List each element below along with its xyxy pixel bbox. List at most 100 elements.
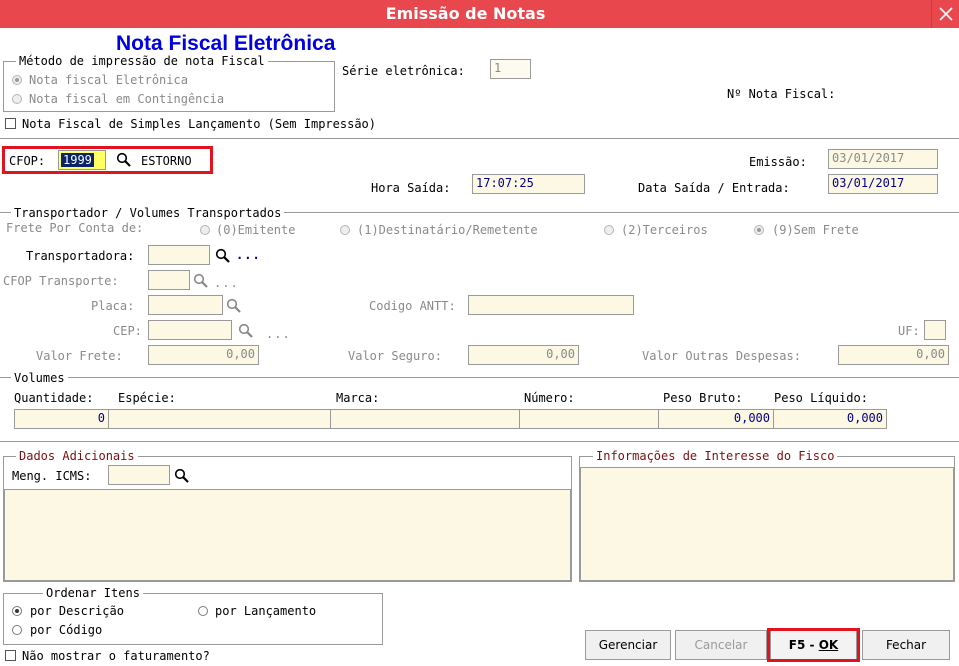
nao-mostrar-checkbox[interactable] <box>5 650 16 661</box>
simples-lancamento-label: Nota Fiscal de Simples Lançamento (Sem I… <box>22 117 377 131</box>
transportadora-more-button[interactable]: ... <box>236 248 261 262</box>
fechar-button-label: Fechar <box>885 638 927 652</box>
transportadora-search-icon[interactable] <box>215 248 231 264</box>
ordenar-legend: Ordenar Itens <box>43 586 143 600</box>
page-title: Nota Fiscal Eletrônica <box>116 32 336 55</box>
cancelar-button[interactable]: Cancelar <box>675 630 767 660</box>
divider <box>0 138 959 139</box>
simples-lancamento-checkbox[interactable] <box>5 118 16 129</box>
numero-field[interactable] <box>519 409 659 429</box>
hora-saida-field[interactable]: 17:07:25 <box>472 174 585 194</box>
cep-field[interactable] <box>148 320 232 340</box>
cfop-search-icon[interactable] <box>116 152 132 168</box>
serie-label: Série eletrônica: <box>342 64 465 78</box>
frete-label: Frete Por Conta de: <box>6 221 144 235</box>
antt-label: Codigo ANTT: <box>369 299 456 313</box>
hora-saida-label: Hora Saída: <box>371 181 451 195</box>
volumes-divider <box>0 377 959 378</box>
frete-terceiros-radio[interactable] <box>604 225 614 235</box>
metodo-contingencia-radio[interactable] <box>12 94 22 104</box>
cfop-transporte-field[interactable] <box>148 270 190 290</box>
metodo-impressao-legend: Método de impressão de nota Fiscal <box>16 54 268 68</box>
numero-label: Número: <box>524 391 575 405</box>
ordenar-descricao-radio[interactable] <box>12 606 22 616</box>
peso-bruto-field[interactable]: 0,000 <box>658 409 774 429</box>
ordenar-lancamento-label: por Lançamento <box>215 604 317 618</box>
numero-nota-label: Nº Nota Fiscal: <box>727 87 836 101</box>
cfop-input[interactable]: 1999 <box>58 150 106 170</box>
emissao-field[interactable]: 03/01/2017 <box>828 149 938 169</box>
serie-field[interactable]: 1 <box>490 59 531 79</box>
frete-sem-frete-radio[interactable] <box>754 225 764 235</box>
fisco-legend: Informações de Interesse do Fisco <box>593 449 838 463</box>
icms-field[interactable] <box>108 465 170 485</box>
ordenar-descricao-label: por Descrição <box>30 604 124 618</box>
valor-outras-label: Valor Outras Despesas: <box>642 349 801 363</box>
transportadora-label: Transportadora: <box>26 249 135 263</box>
ok-highlight <box>767 628 860 662</box>
frete-destinatario-radio[interactable] <box>340 225 350 235</box>
frete-sem-frete-label: (9)Sem Frete <box>772 223 859 237</box>
uf-label: UF: <box>898 324 920 338</box>
metodo-eletronica-radio[interactable] <box>12 75 22 85</box>
cfop-value: 1999 <box>61 153 94 167</box>
title-bar[interactable]: Emissão de Notas <box>0 0 959 28</box>
nao-mostrar-label: Não mostrar o faturamento? <box>22 649 210 663</box>
marca-field[interactable] <box>330 409 520 429</box>
uf-field[interactable] <box>924 320 946 340</box>
placa-search-icon[interactable] <box>226 298 242 314</box>
volumes-legend: Volumes <box>11 371 68 385</box>
transporte-legend: Transportador / Volumes Transportados <box>11 206 285 220</box>
peso-liquido-field[interactable]: 0,000 <box>773 409 887 429</box>
dados-adicionais-textarea[interactable] <box>4 489 571 581</box>
cep-search-icon[interactable] <box>238 323 254 339</box>
valor-frete-field[interactable]: 0,00 <box>148 345 259 365</box>
data-saida-label: Data Saída / Entrada: <box>638 181 790 195</box>
valor-seguro-label: Valor Seguro: <box>348 349 442 363</box>
cancelar-button-label: Cancelar <box>694 638 748 652</box>
placa-label: Placa: <box>91 299 135 313</box>
gerenciar-button[interactable]: Gerenciar <box>585 630 671 660</box>
cfop-transporte-more-button[interactable]: ... <box>214 276 239 290</box>
frete-emitente-radio[interactable] <box>200 225 210 235</box>
cep-label: CEP: <box>113 324 142 338</box>
adicionais-divider <box>0 441 959 442</box>
fisco-textarea[interactable] <box>580 467 954 581</box>
antt-field[interactable] <box>468 295 634 315</box>
especie-field[interactable] <box>108 409 331 429</box>
valor-outras-field[interactable]: 0,00 <box>838 345 949 365</box>
cfop-transporte-search-icon[interactable] <box>193 273 209 289</box>
frete-emitente-label: (0)Emitente <box>216 223 296 237</box>
cep-more-button[interactable]: ... <box>266 327 291 341</box>
metodo-contingencia-label: Nota fiscal em Contingência <box>29 92 225 106</box>
emissao-label: Emissão: <box>749 155 807 169</box>
frete-destinatario-label: (1)Destinatário/Remetente <box>357 223 538 237</box>
emissao-notas-window: Emissão de Notas Nota Fiscal Eletrônica … <box>0 0 959 666</box>
window-title: Emissão de Notas <box>385 4 546 23</box>
especie-label: Espécie: <box>118 391 176 405</box>
valor-seguro-field[interactable]: 0,00 <box>468 345 579 365</box>
transportadora-field[interactable] <box>148 245 210 265</box>
ordenar-codigo-label: por Código <box>30 623 103 637</box>
cfop-label: CFOP: <box>9 154 46 168</box>
placa-field[interactable] <box>148 295 223 315</box>
cfop-transporte-label: CFOP Transporte: <box>3 274 119 288</box>
quantidade-field[interactable]: 0 <box>14 409 109 429</box>
icms-search-icon[interactable] <box>174 468 190 484</box>
peso-liquido-label: Peso Líquido: <box>774 391 868 405</box>
frete-terceiros-label: (2)Terceiros <box>621 223 708 237</box>
metodo-eletronica-label: Nota fiscal Eletrônica <box>29 73 188 87</box>
dados-adicionais-legend: Dados Adicionais <box>16 449 138 463</box>
cfop-description: ESTORNO <box>141 154 192 168</box>
close-icon[interactable] <box>931 0 959 28</box>
data-saida-field[interactable]: 03/01/2017 <box>828 174 938 194</box>
fechar-button[interactable]: Fechar <box>862 630 950 660</box>
icms-label: Meng. ICMS: <box>12 469 92 483</box>
ordenar-codigo-radio[interactable] <box>12 625 22 635</box>
gerenciar-button-label: Gerenciar <box>598 638 658 652</box>
valor-frete-label: Valor Frete: <box>36 349 123 363</box>
quantidade-label: Quantidade: <box>14 391 94 405</box>
ordenar-lancamento-radio[interactable] <box>198 606 208 616</box>
peso-bruto-label: Peso Bruto: <box>663 391 743 405</box>
marca-label: Marca: <box>336 391 380 405</box>
